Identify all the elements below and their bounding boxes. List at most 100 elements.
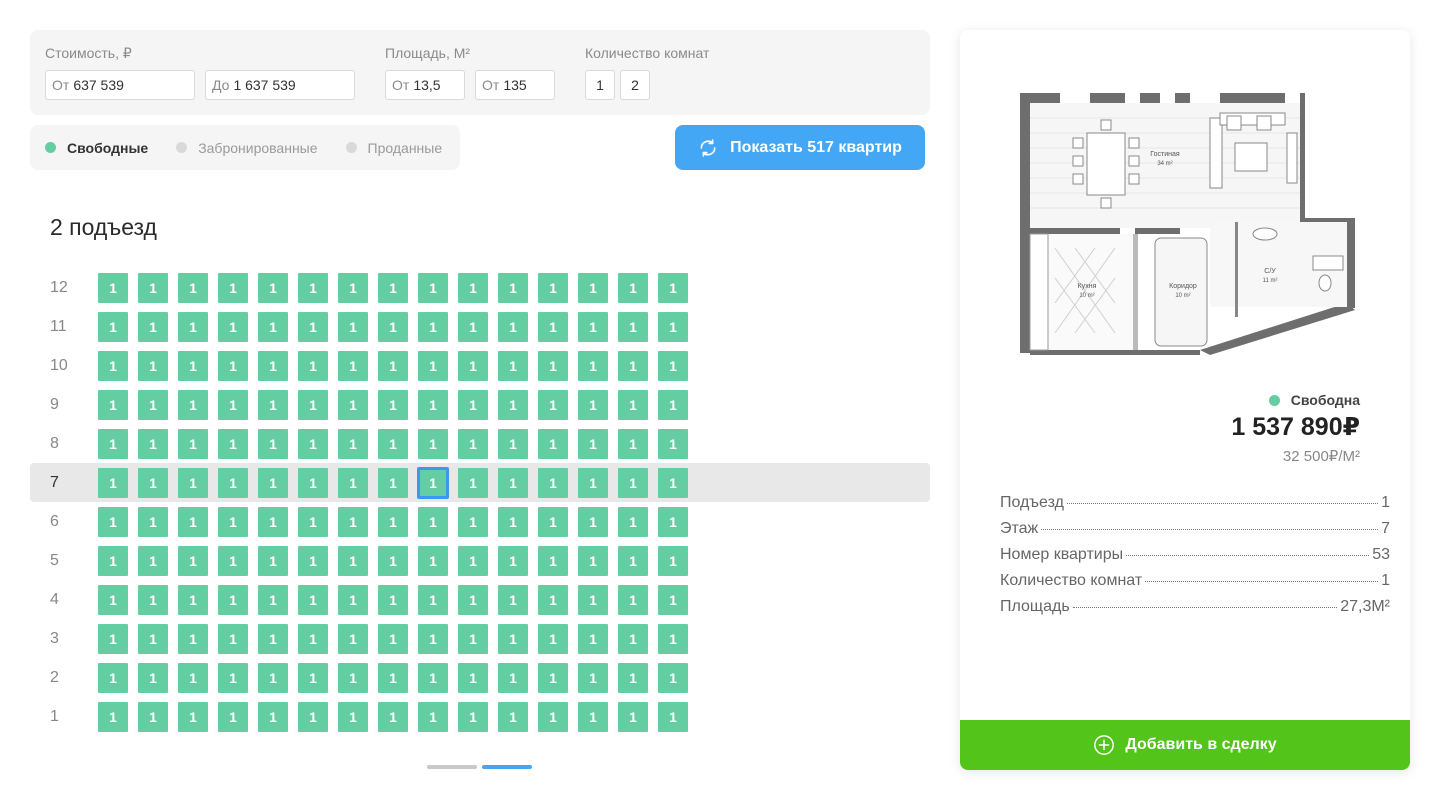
apartment-cell[interactable]: 1 <box>178 702 208 732</box>
pager-page-2[interactable] <box>482 765 532 769</box>
apartment-cell[interactable]: 1 <box>178 429 208 459</box>
apartment-cell[interactable]: 1 <box>538 351 568 381</box>
apartment-cell[interactable]: 1 <box>458 507 488 537</box>
apartment-cell[interactable]: 1 <box>498 351 528 381</box>
apartment-cell[interactable]: 1 <box>138 507 168 537</box>
apartment-cell[interactable]: 1 <box>218 507 248 537</box>
apartment-cell[interactable]: 1 <box>658 273 688 303</box>
apartment-cell[interactable]: 1 <box>138 273 168 303</box>
apartment-cell[interactable]: 1 <box>418 390 448 420</box>
apartment-cell[interactable]: 1 <box>218 624 248 654</box>
apartment-cell[interactable]: 1 <box>538 390 568 420</box>
apartment-cell[interactable]: 1 <box>258 624 288 654</box>
apartment-cell[interactable]: 1 <box>258 468 288 498</box>
apartment-cell[interactable]: 1 <box>658 702 688 732</box>
area-from-input[interactable]: От 13,5 <box>385 70 465 100</box>
apartment-cell[interactable]: 1 <box>378 390 408 420</box>
apartment-cell[interactable]: 1 <box>98 312 128 342</box>
apartment-cell[interactable]: 1 <box>538 429 568 459</box>
apartment-cell[interactable]: 1 <box>258 390 288 420</box>
apartment-cell[interactable]: 1 <box>98 351 128 381</box>
apartment-cell[interactable]: 1 <box>178 546 208 576</box>
rooms-option-1[interactable]: 1 <box>585 70 615 100</box>
apartment-cell[interactable]: 1 <box>98 429 128 459</box>
apartment-cell[interactable]: 1 <box>578 429 608 459</box>
apartment-cell[interactable]: 1 <box>178 624 208 654</box>
apartment-cell[interactable]: 1 <box>618 507 648 537</box>
apartment-cell[interactable]: 1 <box>498 468 528 498</box>
apartment-cell[interactable]: 1 <box>98 663 128 693</box>
apartment-cell[interactable]: 1 <box>338 546 368 576</box>
apartment-cell[interactable]: 1 <box>618 468 648 498</box>
apartment-cell[interactable]: 1 <box>498 390 528 420</box>
apartment-cell[interactable]: 1 <box>578 507 608 537</box>
apartment-cell[interactable]: 1 <box>458 390 488 420</box>
apartment-cell[interactable]: 1 <box>618 624 648 654</box>
apartment-cell[interactable]: 1 <box>498 702 528 732</box>
apartment-cell[interactable]: 1 <box>258 663 288 693</box>
apartment-cell[interactable]: 1 <box>138 663 168 693</box>
apartment-cell[interactable]: 1 <box>138 390 168 420</box>
apartment-cell[interactable]: 1 <box>338 585 368 615</box>
apartment-cell[interactable]: 1 <box>98 585 128 615</box>
apartment-cell[interactable]: 1 <box>138 624 168 654</box>
apartment-cell[interactable]: 1 <box>418 702 448 732</box>
rooms-option-2[interactable]: 2 <box>620 70 650 100</box>
apartment-cell[interactable]: 1 <box>418 585 448 615</box>
apartment-cell[interactable]: 1 <box>578 663 608 693</box>
apartment-cell[interactable]: 1 <box>618 663 648 693</box>
apartment-cell[interactable]: 1 <box>498 546 528 576</box>
apartment-cell[interactable]: 1 <box>418 546 448 576</box>
apartment-cell[interactable]: 1 <box>338 624 368 654</box>
apartment-cell[interactable]: 1 <box>338 273 368 303</box>
apartment-cell[interactable]: 1 <box>178 468 208 498</box>
apartment-cell[interactable]: 1 <box>658 507 688 537</box>
apartment-cell[interactable]: 1 <box>378 702 408 732</box>
apartment-cell[interactable]: 1 <box>658 585 688 615</box>
apartment-cell[interactable]: 1 <box>218 429 248 459</box>
apartment-cell[interactable]: 1 <box>578 546 608 576</box>
apartment-cell[interactable]: 1 <box>258 702 288 732</box>
apartment-cell[interactable]: 1 <box>378 663 408 693</box>
price-from-input[interactable]: От 637 539 <box>45 70 195 100</box>
area-to-input[interactable]: От 135 <box>475 70 555 100</box>
apartment-cell[interactable]: 1 <box>138 468 168 498</box>
apartment-cell[interactable]: 1 <box>298 351 328 381</box>
apartment-cell[interactable]: 1 <box>298 624 328 654</box>
show-apartments-button[interactable]: Показать 517 квартир <box>675 125 925 170</box>
apartment-cell[interactable]: 1 <box>258 585 288 615</box>
apartment-cell[interactable]: 1 <box>658 663 688 693</box>
apartment-cell[interactable]: 1 <box>298 390 328 420</box>
apartment-cell[interactable]: 1 <box>498 429 528 459</box>
apartment-cell[interactable]: 1 <box>338 468 368 498</box>
apartment-cell[interactable]: 1 <box>298 702 328 732</box>
apartment-cell[interactable]: 1 <box>218 390 248 420</box>
apartment-cell[interactable]: 1 <box>538 546 568 576</box>
apartment-cell[interactable]: 1 <box>658 546 688 576</box>
apartment-cell[interactable]: 1 <box>458 624 488 654</box>
apartment-cell[interactable]: 1 <box>578 585 608 615</box>
apartment-cell[interactable]: 1 <box>178 663 208 693</box>
apartment-cell[interactable]: 1 <box>618 429 648 459</box>
pager-page-1[interactable] <box>427 765 477 769</box>
apartment-cell[interactable]: 1 <box>418 273 448 303</box>
apartment-cell[interactable]: 1 <box>458 429 488 459</box>
apartment-cell[interactable]: 1 <box>458 312 488 342</box>
apartment-cell[interactable]: 1 <box>258 507 288 537</box>
apartment-cell[interactable]: 1 <box>178 351 208 381</box>
apartment-cell[interactable]: 1 <box>578 351 608 381</box>
apartment-cell[interactable]: 1 <box>578 273 608 303</box>
apartment-cell[interactable]: 1 <box>498 273 528 303</box>
apartment-cell[interactable]: 1 <box>258 273 288 303</box>
status-reserved[interactable]: Забронированные <box>176 140 318 156</box>
apartment-cell[interactable]: 1 <box>658 390 688 420</box>
apartment-cell[interactable]: 1 <box>218 546 248 576</box>
apartment-cell[interactable]: 1 <box>218 585 248 615</box>
apartment-cell[interactable]: 1 <box>338 429 368 459</box>
apartment-cell[interactable]: 1 <box>338 702 368 732</box>
apartment-cell[interactable]: 1 <box>418 351 448 381</box>
apartment-cell[interactable]: 1 <box>98 273 128 303</box>
apartment-cell[interactable]: 1 <box>418 507 448 537</box>
apartment-cell[interactable]: 1 <box>618 351 648 381</box>
apartment-cell[interactable]: 1 <box>138 351 168 381</box>
